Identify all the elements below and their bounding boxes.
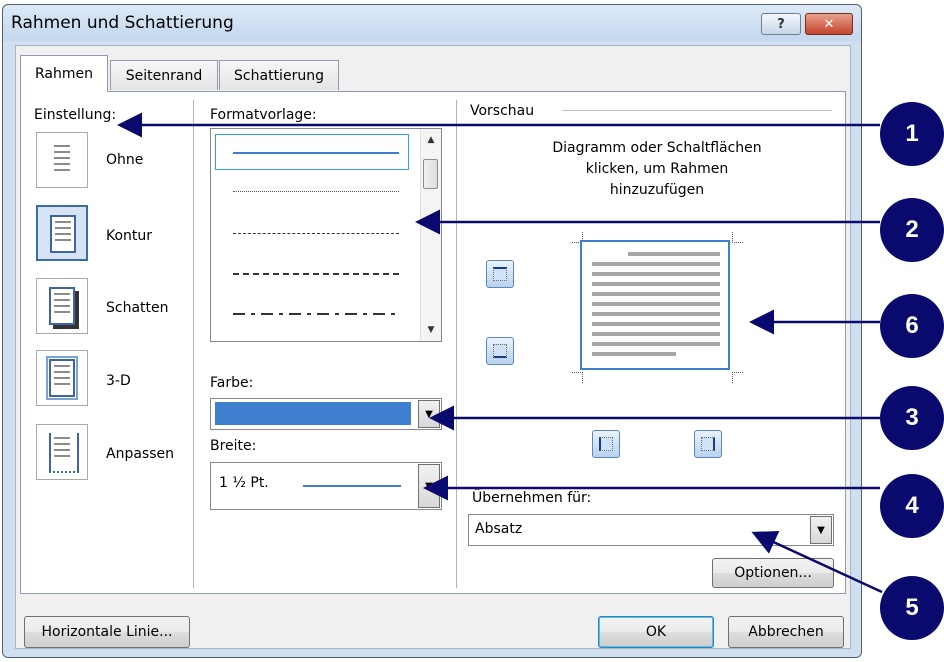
tab-rahmen[interactable]: Rahmen	[20, 55, 108, 92]
callout-arrows	[117, 112, 883, 594]
callout-5: 5	[880, 576, 944, 640]
tab-label: Rahmen	[35, 66, 93, 82]
callout-4: 4	[880, 474, 944, 538]
callout-1: 1	[880, 102, 944, 166]
callout-2: 2	[880, 198, 944, 262]
callout-arrow-5	[751, 531, 883, 594]
callout-3: 3	[880, 386, 944, 450]
callout-6: 6	[880, 294, 944, 358]
